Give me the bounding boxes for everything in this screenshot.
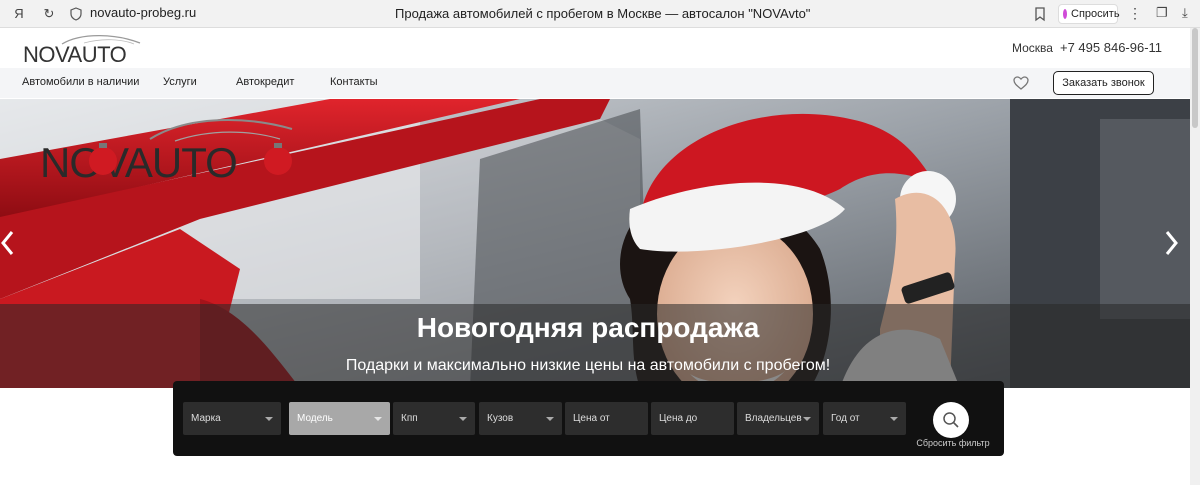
chevron-left-icon[interactable] — [0, 229, 16, 257]
car-filter-panel: Марка Модель Кпп Кузов Цена от Цена до В… — [173, 381, 1004, 456]
nav-item-services[interactable]: Услуги — [163, 76, 197, 88]
favorites-heart-icon[interactable] — [1013, 75, 1029, 91]
nav-item-credit[interactable]: Автокредит — [236, 76, 294, 88]
filter-year-from-select[interactable]: Год от — [823, 402, 906, 435]
filter-price-to-input[interactable]: Цена до — [651, 402, 734, 435]
banner-headline: Новогодняя распродажа — [416, 312, 760, 343]
nav-item-contacts[interactable]: Контакты — [330, 76, 378, 88]
filter-owners-select[interactable]: Владельцев — [737, 402, 819, 435]
filter-make-select[interactable]: Марка — [183, 402, 281, 435]
chevron-down-icon — [803, 417, 811, 421]
svg-text:NOVAUTO: NOVAUTO — [23, 42, 127, 64]
page-title: Продажа автомобилей с пробегом в Москве … — [395, 6, 811, 21]
banner-subline: Подарки и максимально низкие цены на авт… — [345, 357, 831, 374]
filter-model-select[interactable]: Модель — [289, 402, 390, 435]
order-call-button[interactable]: Заказать звонок — [1053, 71, 1154, 95]
chevron-down-icon — [890, 417, 898, 421]
chevron-right-icon[interactable] — [1163, 229, 1179, 257]
filter-transmission-select[interactable]: Кпп — [393, 402, 475, 435]
filter-price-from-input[interactable]: Цена от — [565, 402, 648, 435]
main-nav: Автомобили в наличии Услуги Автокредит К… — [0, 68, 1190, 98]
chevron-down-icon — [374, 417, 382, 421]
site-logo[interactable]: NOVAUTO — [22, 34, 142, 64]
search-icon — [943, 412, 959, 428]
page-scrollbar[interactable] — [1190, 28, 1200, 485]
chevron-down-icon — [265, 417, 273, 421]
filter-body-select[interactable]: Кузов — [479, 402, 562, 435]
extensions-icon[interactable]: ❐ — [1156, 5, 1168, 21]
banner-logo: NOVAUTO — [40, 139, 237, 186]
filter-search-button[interactable] — [933, 402, 969, 438]
phone-link[interactable]: +7 495 846-96-11 — [1060, 40, 1162, 55]
alice-icon — [1063, 9, 1067, 19]
promo-banner: NOVAUTO — [0, 99, 1190, 388]
yandex-icon[interactable]: Я — [8, 3, 30, 25]
chevron-down-icon — [459, 417, 467, 421]
nav-item-cars[interactable]: Автомобили в наличии — [22, 76, 139, 88]
chevron-down-icon — [546, 417, 554, 421]
bookmark-icon[interactable] — [1033, 6, 1047, 22]
ornament-icon — [264, 147, 292, 175]
city-selector[interactable]: Москва — [1012, 41, 1053, 55]
shield-icon[interactable] — [70, 7, 82, 21]
download-icon[interactable]: ⤓ — [1182, 5, 1188, 21]
ask-button[interactable]: Спросить — [1058, 4, 1120, 24]
reload-icon[interactable]: ↻ — [38, 3, 60, 25]
site-header: NOVAUTO Москва +7 495 846-96-11 — [0, 28, 1190, 68]
scrollbar-thumb[interactable] — [1192, 28, 1198, 128]
more-icon[interactable]: ⋮ — [1128, 5, 1142, 22]
ornament-icon — [89, 147, 117, 175]
address-bar[interactable]: novauto-probeg.ru — [90, 5, 196, 20]
reset-filter-link[interactable]: Сбросить фильтр — [913, 438, 993, 448]
browser-toolbar: Я ↻ novauto-probeg.ru Продажа автомобиле… — [0, 0, 1200, 28]
